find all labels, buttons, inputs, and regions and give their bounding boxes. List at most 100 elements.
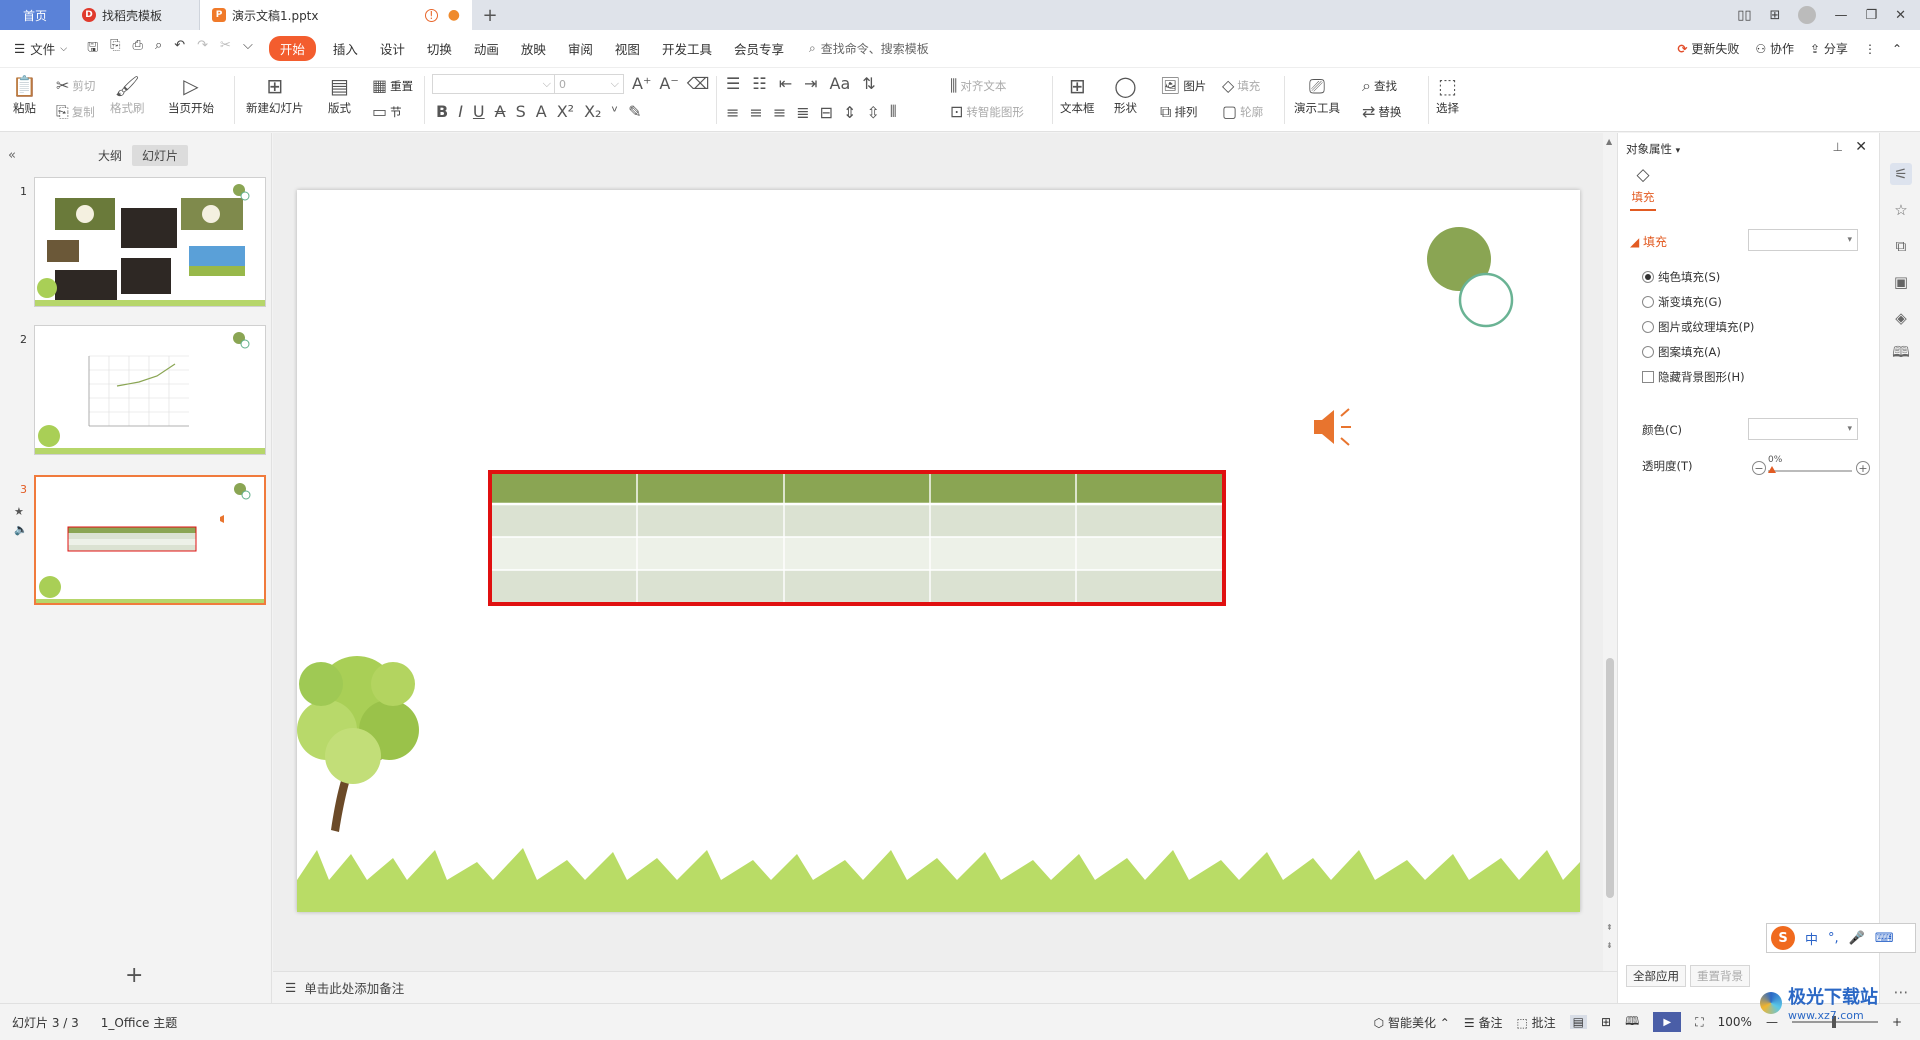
collapse-panel-icon[interactable]: « — [8, 148, 16, 163]
collapse-ribbon-icon[interactable]: ⌃ — [1892, 42, 1902, 56]
menu-animation[interactable]: 动画 — [463, 36, 510, 61]
radio-gradient-fill[interactable]: 渐变填充(G) — [1642, 294, 1722, 310]
table[interactable] — [488, 470, 1226, 606]
zoom-level[interactable]: 100% — [1718, 1015, 1752, 1029]
font-size-select[interactable]: 0 ⌵ — [554, 74, 624, 94]
keyboard-icon[interactable]: ⌨ — [1875, 931, 1894, 946]
notes-toggle-button[interactable]: ☰ 备注 — [1464, 1014, 1503, 1031]
fit-window-icon[interactable]: ⛶ — [1695, 1015, 1703, 1030]
tab-template[interactable]: D 找稻壳模板 — [70, 0, 200, 30]
tab-fill[interactable]: ◇ 填充 — [1630, 165, 1656, 211]
line-spacing-icon[interactable]: ⇕ — [843, 103, 856, 122]
scrollbar-thumb[interactable] — [1606, 658, 1614, 898]
apply-all-button[interactable]: 全部应用 — [1626, 965, 1686, 987]
grid-icon[interactable]: ⊞ — [1770, 8, 1781, 23]
underline-icon[interactable]: U — [473, 102, 485, 121]
comment-button[interactable]: ⬚ 批注 — [1516, 1014, 1555, 1031]
pin-icon[interactable]: ⊥ — [1833, 140, 1843, 154]
menu-view[interactable]: 视图 — [604, 36, 651, 61]
table-row[interactable] — [491, 537, 1223, 570]
file-menu[interactable]: ☰ 文件 ⌵ — [0, 39, 77, 58]
minimize-icon[interactable]: — — [1834, 8, 1847, 23]
warning-icon[interactable]: ! — [424, 8, 438, 22]
subscript-icon[interactable]: X₂ — [584, 102, 601, 121]
align-center-icon[interactable]: ≡ — [749, 103, 762, 122]
format-painter-button[interactable]: 🖌 格式刷 — [110, 74, 145, 116]
tab-home[interactable]: 首页 — [0, 0, 70, 30]
find-button[interactable]: ⌕ 查找 — [1362, 76, 1397, 96]
layout-button[interactable]: ▤ 版式 — [328, 74, 351, 116]
copy-button[interactable]: ⎘ 复制 — [56, 102, 95, 122]
command-search[interactable]: ⌕ 查找命令、搜索模板 — [809, 40, 929, 57]
reset-button[interactable]: ▦ 重置 — [372, 76, 413, 95]
text-direction-icon[interactable]: ⇅ — [862, 74, 875, 93]
menu-review[interactable]: 审阅 — [557, 36, 604, 61]
slide-thumbnail-3[interactable] — [34, 475, 266, 605]
collab-button[interactable]: ⚇ 协作 — [1755, 40, 1794, 57]
next-slide-icon[interactable]: ⇟ — [1606, 941, 1613, 950]
play-from-current-button[interactable]: ▷ 当页开始 — [168, 74, 214, 116]
redo-icon[interactable]: ↷ — [197, 38, 208, 60]
menu-member[interactable]: 会员专享 — [723, 36, 795, 61]
shadow-icon[interactable]: S — [516, 102, 526, 121]
normal-view-icon[interactable]: ▤ — [1569, 1015, 1587, 1029]
table-header-row[interactable] — [491, 473, 1223, 504]
decrease-font-icon[interactable]: A⁻ — [659, 74, 678, 93]
transparency-increase-button[interactable]: + — [1856, 461, 1870, 475]
align-right-icon[interactable]: ≡ — [773, 103, 786, 122]
prev-slide-icon[interactable]: ⇞ — [1606, 923, 1613, 932]
reset-bg-button[interactable]: 重置背景 — [1690, 965, 1750, 987]
avatar[interactable] — [1798, 6, 1817, 24]
numbered-list-icon[interactable]: ☷ — [752, 74, 766, 93]
align-left-icon[interactable]: ≡ — [726, 103, 739, 122]
fill-section-header[interactable]: ◢ 填充 — [1630, 233, 1667, 250]
close-icon[interactable]: ✕ — [1895, 8, 1906, 23]
textbox-button[interactable]: ⊞ 文本框 — [1060, 74, 1095, 116]
paste-button[interactable]: 📋 粘贴 — [12, 74, 37, 116]
slide-canvas[interactable] — [297, 190, 1580, 912]
font-family-select[interactable]: ⌵ — [432, 74, 556, 94]
new-tab-button[interactable]: + — [472, 0, 508, 30]
sorter-view-icon[interactable]: ⊞ — [1601, 1015, 1611, 1029]
menu-home[interactable]: 开始 — [268, 36, 316, 61]
smart-beautify-button[interactable]: ⬡ 智能美化 ⌃ — [1374, 1014, 1450, 1031]
microphone-icon[interactable]: 🎤 — [1849, 931, 1865, 946]
bold-icon[interactable]: B — [436, 102, 448, 121]
justify-icon[interactable]: ≣ — [796, 103, 809, 122]
present-tools-button[interactable]: ⎚ 演示工具 — [1294, 74, 1340, 116]
zoom-in-icon[interactable]: + — [1892, 1015, 1902, 1029]
print-icon[interactable]: ⎙ — [133, 38, 143, 60]
slide-thumbnail-2[interactable] — [34, 325, 266, 455]
ime-toolbar[interactable]: S 中 °, 🎤 ⌨ — [1766, 923, 1916, 953]
color-select[interactable]: ▾ — [1748, 418, 1858, 440]
animation-icon[interactable]: ☆ — [1890, 199, 1912, 221]
arrange-button[interactable]: ⧉ 排列 — [1160, 102, 1197, 122]
menu-slideshow[interactable]: 放映 — [510, 36, 557, 61]
menu-transition[interactable]: 切换 — [416, 36, 463, 61]
reading-view-icon[interactable]: 🕮 — [1625, 1012, 1639, 1033]
unsaved-dot-icon[interactable]: ● — [448, 7, 460, 23]
punctuation-icon[interactable]: °, — [1828, 931, 1839, 946]
distribute-icon[interactable]: ⊟ — [820, 103, 833, 122]
menu-insert[interactable]: 插入 — [322, 36, 369, 61]
shape-button[interactable]: ◯ 形状 — [1114, 74, 1137, 116]
transparency-slider[interactable] — [1768, 466, 1852, 473]
add-slide-button[interactable]: + — [125, 963, 143, 988]
fill-button[interactable]: ◇ 填充 — [1222, 76, 1260, 95]
slider-knob[interactable] — [1768, 466, 1776, 473]
outline-button[interactable]: ▢ 轮廓 — [1222, 102, 1263, 121]
table-row[interactable] — [491, 570, 1223, 603]
increase-indent-icon[interactable]: ⇥ — [804, 74, 817, 93]
new-slide-button[interactable]: ⊞ 新建幻灯片 — [246, 74, 304, 116]
radio-solid-fill[interactable]: 纯色填充(S) — [1642, 269, 1720, 285]
transition-icon[interactable]: ⧉ — [1890, 235, 1912, 257]
tab-document[interactable]: P 演示文稿1.pptx ! ● — [200, 0, 472, 30]
bullet-list-icon[interactable]: ☰ — [726, 74, 740, 93]
decrease-indent-icon[interactable]: ⇤ — [779, 74, 792, 93]
properties-icon[interactable]: ⚟ — [1890, 163, 1912, 185]
table-row[interactable] — [491, 504, 1223, 537]
layout-toggle-icon[interactable]: ▯▯ — [1737, 8, 1751, 23]
tab-slides[interactable]: 幻灯片 — [132, 145, 189, 166]
checkbox-hide-bg[interactable]: 隐藏背景图形(H) — [1642, 369, 1745, 385]
restore-icon[interactable]: ❐ — [1865, 8, 1877, 23]
